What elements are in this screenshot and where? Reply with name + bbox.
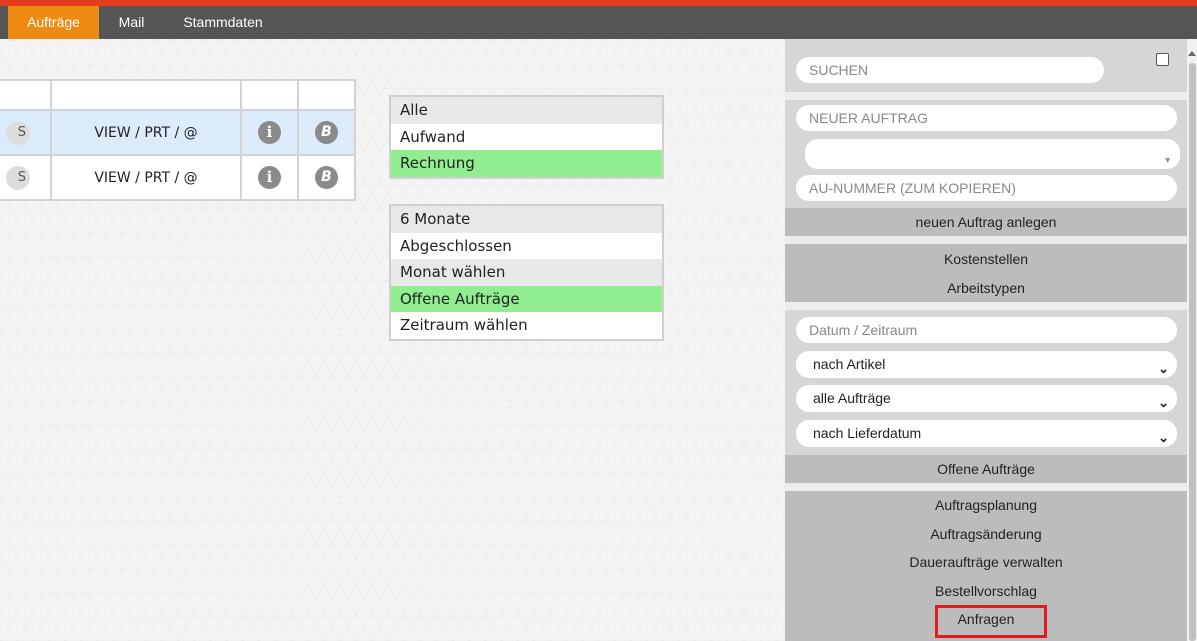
table-header-row bbox=[0, 79, 356, 111]
filter-option-offene-auftraege[interactable]: Offene Aufträge bbox=[391, 285, 662, 312]
search-input[interactable] bbox=[796, 57, 1104, 83]
filter-option-abgeschlossen[interactable]: Abgeschlossen bbox=[391, 233, 662, 260]
new-order-input[interactable] bbox=[796, 105, 1177, 131]
order-planning-link[interactable]: Auftragsplanung bbox=[785, 491, 1187, 520]
panel-divider bbox=[785, 236, 1187, 244]
order-number-input[interactable] bbox=[796, 175, 1177, 201]
table-header-cell bbox=[0, 79, 52, 111]
panel-divider bbox=[785, 302, 1187, 310]
info-icon[interactable]: i bbox=[258, 121, 281, 144]
chevron-down-icon: ⌄ bbox=[1158, 361, 1169, 376]
table-header-cell bbox=[240, 79, 299, 111]
filter-option-zeitraum-waehlen[interactable]: Zeitraum wählen bbox=[391, 312, 662, 339]
type-filter-list: Alle Aufwand Rechnung bbox=[389, 95, 664, 179]
table-row[interactable]: S VIEW / PRT / @ i B bbox=[0, 109, 356, 156]
b-icon[interactable]: B bbox=[315, 166, 338, 189]
panel-divider bbox=[785, 92, 1187, 100]
actions-cell[interactable]: VIEW / PRT / @ bbox=[50, 109, 242, 156]
info-icon[interactable]: i bbox=[258, 166, 281, 189]
b-cell[interactable]: B bbox=[297, 109, 356, 156]
filter-option-alle[interactable]: Alle bbox=[391, 97, 662, 124]
chevron-down-icon: ▼ bbox=[1163, 155, 1172, 165]
status-badge: S bbox=[6, 120, 30, 145]
status-badge: S bbox=[6, 165, 30, 190]
order-suggestion-link[interactable]: Bestellvorschlag bbox=[785, 577, 1187, 605]
tab-auftraege[interactable]: Aufträge bbox=[8, 6, 99, 39]
group-by-select[interactable]: nach Artikel ⌄ bbox=[796, 351, 1177, 378]
orders-scope-select[interactable]: alle Aufträge ⌄ bbox=[796, 385, 1177, 412]
order-type-select[interactable]: ▼ bbox=[805, 139, 1180, 169]
filter-option-6-monate[interactable]: 6 Monate bbox=[391, 206, 662, 233]
group-by-select-value: nach Artikel bbox=[813, 356, 886, 372]
top-navigation-bar: Aufträge Mail Stammdaten bbox=[0, 0, 1197, 39]
chevron-down-icon: ⌄ bbox=[1158, 430, 1169, 445]
panel-scrollbar[interactable] bbox=[1187, 39, 1197, 641]
open-orders-button[interactable]: Offene Aufträge bbox=[785, 455, 1187, 483]
info-cell[interactable]: i bbox=[240, 109, 299, 156]
actions-cell[interactable]: VIEW / PRT / @ bbox=[50, 154, 242, 201]
scroll-up-icon[interactable] bbox=[1188, 51, 1196, 56]
chevron-down-icon: ⌄ bbox=[1158, 395, 1169, 410]
b-cell[interactable]: B bbox=[297, 154, 356, 201]
filter-option-monat-waehlen[interactable]: Monat wählen bbox=[391, 259, 662, 286]
order-change-link[interactable]: Auftragsänderung bbox=[785, 520, 1187, 548]
orders-table: S VIEW / PRT / @ i B S VIEW / PRT / @ i … bbox=[0, 79, 356, 201]
standing-orders-link[interactable]: Daueraufträge verwalten bbox=[785, 548, 1187, 577]
table-row[interactable]: S VIEW / PRT / @ i B bbox=[0, 154, 356, 201]
scrollbar-thumb[interactable] bbox=[1189, 63, 1196, 641]
requests-link[interactable]: Anfragen bbox=[785, 605, 1187, 641]
table-header-cell bbox=[297, 79, 356, 111]
tab-mail[interactable]: Mail bbox=[104, 6, 159, 39]
work-types-button[interactable]: Arbeitstypen bbox=[785, 274, 1187, 302]
panel-divider bbox=[785, 483, 1187, 491]
sort-by-select[interactable]: nach Lieferdatum ⌄ bbox=[796, 420, 1177, 447]
create-order-button[interactable]: neuen Auftrag anlegen bbox=[785, 208, 1187, 236]
date-range-input[interactable] bbox=[796, 317, 1177, 343]
cost-centers-button[interactable]: Kostenstellen bbox=[785, 244, 1187, 274]
tab-stammdaten[interactable]: Stammdaten bbox=[170, 6, 276, 39]
sort-by-select-value: nach Lieferdatum bbox=[813, 425, 922, 441]
filter-option-aufwand[interactable]: Aufwand bbox=[391, 124, 662, 151]
status-cell: S bbox=[0, 109, 52, 156]
filter-option-rechnung[interactable]: Rechnung bbox=[391, 150, 662, 177]
panel-checkbox[interactable] bbox=[1156, 53, 1169, 66]
orders-scope-select-value: alle Aufträge bbox=[813, 390, 891, 406]
status-cell: S bbox=[0, 154, 52, 201]
info-cell[interactable]: i bbox=[240, 154, 299, 201]
period-filter-list: 6 Monate Abgeschlossen Monat wählen Offe… bbox=[389, 204, 664, 341]
table-header-cell bbox=[50, 79, 242, 111]
b-icon[interactable]: B bbox=[315, 121, 338, 144]
